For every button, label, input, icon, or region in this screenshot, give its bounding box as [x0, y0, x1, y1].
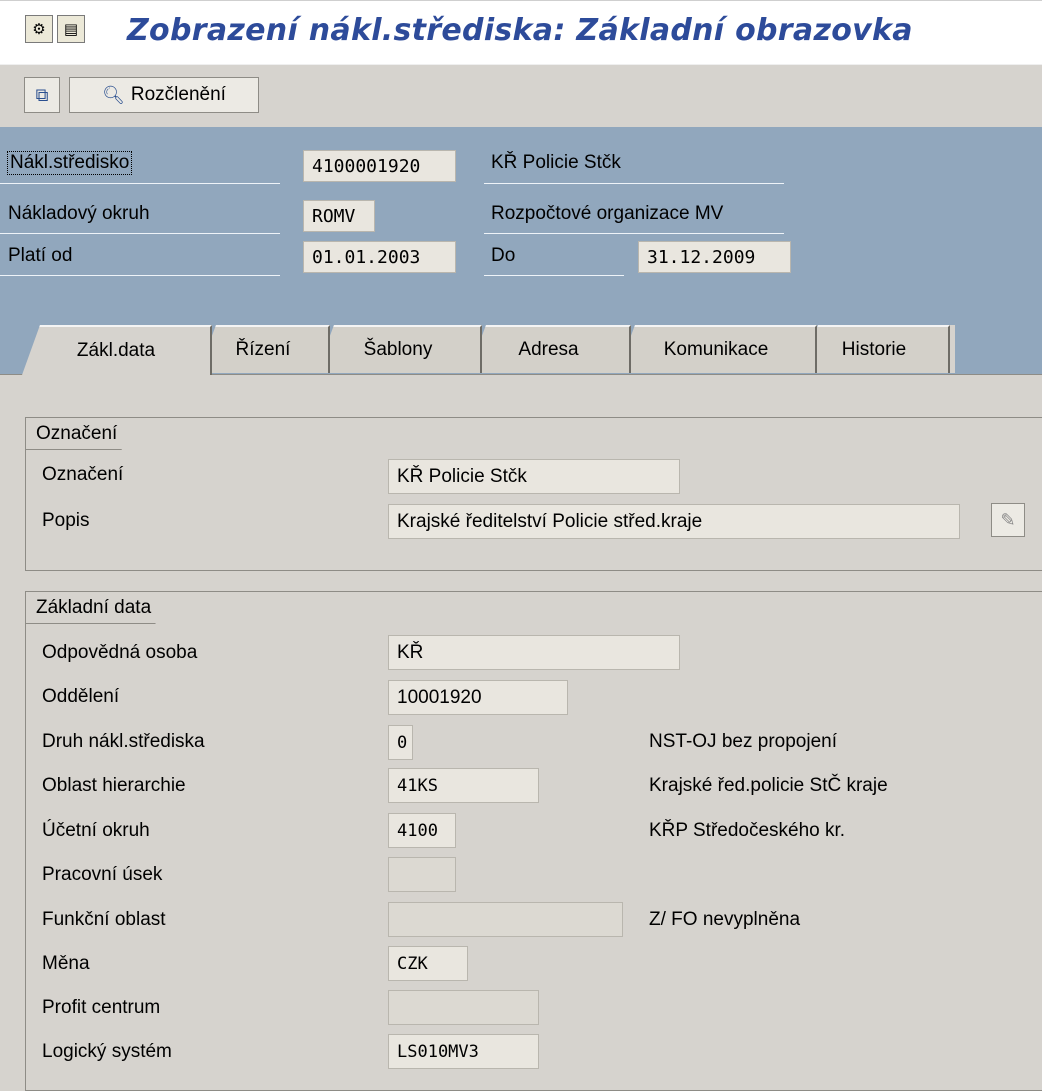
tab-address-label: Adresa [518, 339, 579, 360]
tab-content: Označení Označení KŘ Policie Stčk Popis … [0, 374, 1042, 1091]
controlling-area-label: Nákladový okruh [8, 203, 150, 224]
breakdown-button-label: Rozčlenění [130, 84, 226, 105]
valid-to-label: Do [491, 245, 516, 266]
magnifier-icon: 🔍︎ [102, 84, 125, 106]
other-object-button[interactable]: ⧉ [24, 77, 60, 113]
text-template-icon[interactable]: ⚙ [25, 15, 53, 43]
company-code-text: KŘP Středočeského kr. [649, 820, 846, 841]
divider [0, 233, 280, 234]
functional-area-text: Z/ FO nevyplněna [649, 909, 801, 930]
tab-history-label: Historie [841, 339, 907, 360]
tab-communication[interactable]: Komunikace [617, 325, 817, 373]
tab-communication-label: Komunikace [663, 339, 769, 360]
tab-strip: Historie Komunikace Adresa Šablony Řízen… [0, 325, 1042, 375]
title-bar: ⚙ ▤ Zobrazení nákl.střediska: Základní o… [0, 0, 1042, 65]
tab-templates-label: Šablony [363, 339, 433, 360]
designation-field[interactable]: KŘ Policie Stčk [388, 459, 680, 494]
tab-control[interactable]: Řízení [198, 325, 330, 373]
controlling-area-field[interactable]: ROMV [303, 200, 375, 232]
hierarchy-area-text: Krajské řed.policie StČ kraje [649, 775, 888, 796]
tab-history[interactable]: Historie [800, 325, 950, 373]
department-label: Oddělení [42, 686, 120, 707]
basic-data-group: Základní data Odpovědná osoba KŘ Oddělen… [25, 591, 1042, 1091]
currency-label: Měna [42, 953, 90, 974]
cost-center-text: KŘ Policie Stčk [491, 152, 621, 173]
designation-group-title: Označení [26, 418, 145, 450]
basic-data-group-title: Základní data [26, 592, 179, 624]
controlling-area-text: Rozpočtové organizace MV [491, 203, 724, 224]
designation-group: Označení Označení KŘ Policie Stčk Popis … [25, 417, 1042, 571]
logical-system-label: Logický systém [42, 1041, 172, 1062]
pencil-edit-icon[interactable]: ✎ [991, 503, 1025, 537]
application-toolbar: ⧉ 🔍︎ Rozčlenění [0, 64, 1042, 128]
designation-label: Označení [42, 464, 124, 485]
tab-address[interactable]: Adresa [468, 325, 631, 373]
valid-from-field[interactable]: 01.01.2003 [303, 241, 456, 273]
window-title: Zobrazení nákl.střediska: Základní obraz… [127, 13, 913, 48]
responsible-person-label: Odpovědná osoba [42, 642, 198, 663]
business-area-label: Pracovní úsek [42, 864, 163, 885]
hierarchy-area-field[interactable]: 41KS [388, 768, 539, 803]
description-field[interactable]: Krajské ředitelství Policie střed.kraje [388, 504, 960, 539]
breakdown-button[interactable]: 🔍︎ Rozčlenění [69, 77, 259, 113]
divider [484, 233, 784, 234]
cost-center-field[interactable]: 4100001920 [303, 150, 456, 182]
cost-center-type-label: Druh nákl.střediska [42, 731, 205, 752]
hierarchy-area-label: Oblast hierarchie [42, 775, 186, 796]
valid-from-label: Platí od [8, 245, 73, 266]
logical-system-field[interactable]: LS010MV3 [388, 1034, 539, 1069]
tab-control-label: Řízení [235, 339, 291, 360]
profit-center-label: Profit centrum [42, 997, 161, 1018]
object-switch-icon: ⧉ [35, 84, 49, 106]
profit-center-field[interactable] [388, 990, 539, 1025]
functional-area-field[interactable] [388, 902, 623, 937]
tab-basic-data-label: Zákl.data [76, 340, 156, 361]
company-code-label: Účetní okruh [42, 820, 150, 841]
tab-templates[interactable]: Šablony [316, 325, 482, 373]
business-area-field[interactable] [388, 857, 456, 892]
cost-center-label: Nákl.středisko [6, 151, 133, 175]
divider [484, 275, 624, 276]
divider [0, 275, 280, 276]
divider [0, 183, 280, 184]
company-code-field[interactable]: 4100 [388, 813, 456, 848]
responsible-person-field[interactable]: KŘ [388, 635, 680, 670]
cost-center-type-field[interactable]: 0 [388, 725, 413, 760]
valid-to-field[interactable]: 31.12.2009 [638, 241, 791, 273]
currency-field[interactable]: CZK [388, 946, 468, 981]
department-field[interactable]: 10001920 [388, 680, 568, 715]
title-icons: ⚙ ▤ [25, 15, 85, 43]
functional-area-label: Funkční oblast [42, 909, 166, 930]
cost-center-type-text: NST-OJ bez propojení [649, 731, 837, 752]
divider [484, 183, 784, 184]
description-label: Popis [42, 510, 90, 531]
document-icon[interactable]: ▤ [57, 15, 85, 43]
tab-basic-data[interactable]: Zákl.data [22, 325, 212, 375]
